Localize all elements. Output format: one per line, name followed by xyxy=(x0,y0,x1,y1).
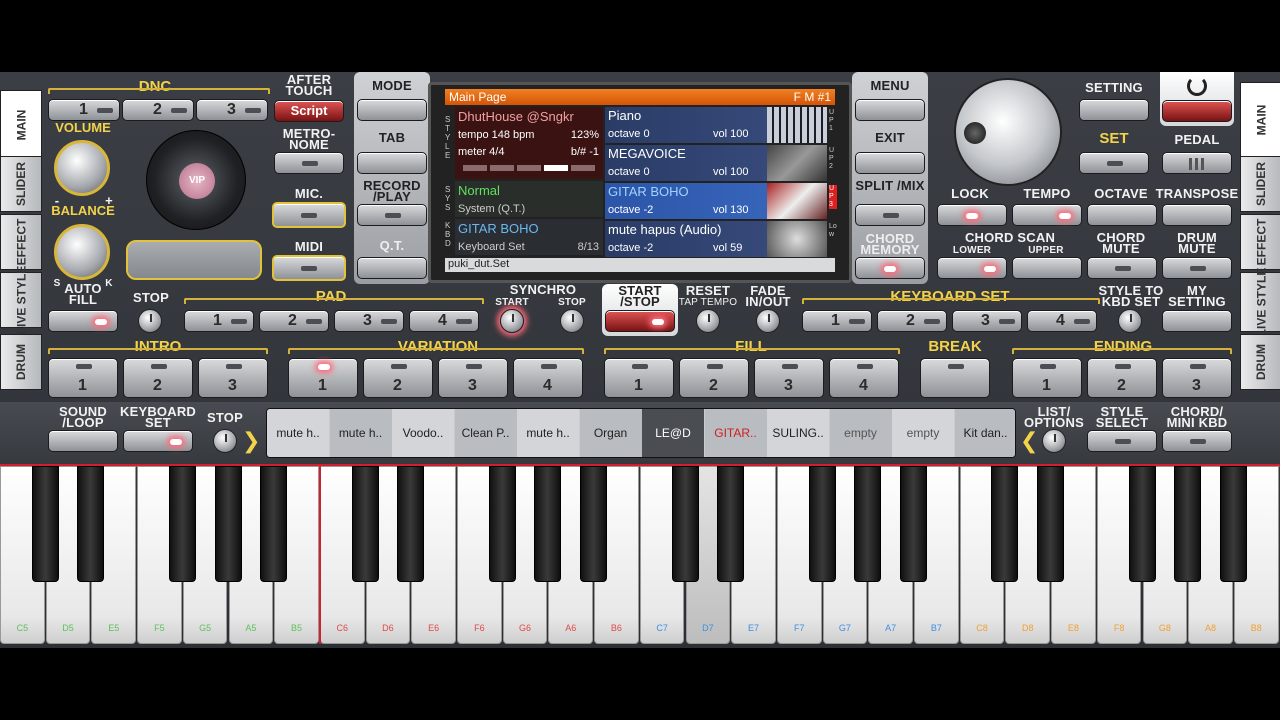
black-key[interactable] xyxy=(671,466,699,582)
key-note-label: A8 xyxy=(1205,623,1217,633)
key-note-label: C8 xyxy=(976,623,988,633)
black-key[interactable] xyxy=(31,466,59,582)
key-note-label: C6 xyxy=(336,623,348,633)
key-note-label: A5 xyxy=(245,623,257,633)
black-key[interactable] xyxy=(717,466,745,582)
black-key[interactable] xyxy=(397,466,425,582)
key-note-label: G7 xyxy=(838,623,851,633)
black-key[interactable] xyxy=(808,466,836,582)
organ-app: MAIN SLIDER EFFECT LIVE STYLE DRUM MAIN … xyxy=(0,72,1280,648)
key-note-label: D5 xyxy=(62,623,74,633)
black-key[interactable] xyxy=(991,466,1019,582)
octave-divider xyxy=(319,466,321,644)
key-note-label: F8 xyxy=(1113,623,1125,633)
key-note-label: D7 xyxy=(702,623,714,633)
key-note-label: B5 xyxy=(291,623,303,633)
key-note-label: E6 xyxy=(428,623,440,633)
black-key[interactable] xyxy=(1037,466,1065,582)
black-key[interactable] xyxy=(854,466,882,582)
key-note-label: E8 xyxy=(1067,623,1079,633)
key-note-label: D8 xyxy=(1021,623,1034,633)
black-key[interactable] xyxy=(351,466,379,582)
key-note-label: G5 xyxy=(199,623,212,633)
piano-keyboard: C5 D5 E5 F5 G5 A5 B5 C6 D6 E6 F6 G6 A6 B6 C7 D7 E7 F7 G7 A7… xyxy=(0,72,1280,648)
key-note-label: A6 xyxy=(565,623,577,633)
key-note-label: G6 xyxy=(519,623,532,633)
key-note-label: E5 xyxy=(108,623,120,633)
key-note-label: G8 xyxy=(1158,623,1171,633)
black-key[interactable] xyxy=(168,466,196,582)
key-note-label: C7 xyxy=(656,623,668,633)
key-note-label: C5 xyxy=(16,623,29,633)
key-note-label: D6 xyxy=(382,623,394,633)
black-key[interactable] xyxy=(1128,466,1156,582)
key-note-label: B6 xyxy=(610,623,622,633)
key-note-label: B7 xyxy=(930,623,942,633)
black-key[interactable] xyxy=(1219,466,1247,582)
key-note-label: F5 xyxy=(154,623,165,633)
black-key[interactable] xyxy=(214,466,242,582)
black-key[interactable] xyxy=(260,466,288,582)
key-note-label: B8 xyxy=(1250,623,1262,633)
key-note-label: A7 xyxy=(885,623,897,633)
black-key[interactable] xyxy=(900,466,927,582)
black-key[interactable] xyxy=(580,466,608,582)
key-note-label: F7 xyxy=(793,623,805,633)
key-note-label: E7 xyxy=(748,623,760,633)
black-key[interactable] xyxy=(77,466,105,582)
black-key[interactable] xyxy=(534,466,562,582)
black-key[interactable] xyxy=(1174,466,1202,582)
key-note-label: F6 xyxy=(474,623,485,633)
black-key[interactable] xyxy=(488,466,516,582)
